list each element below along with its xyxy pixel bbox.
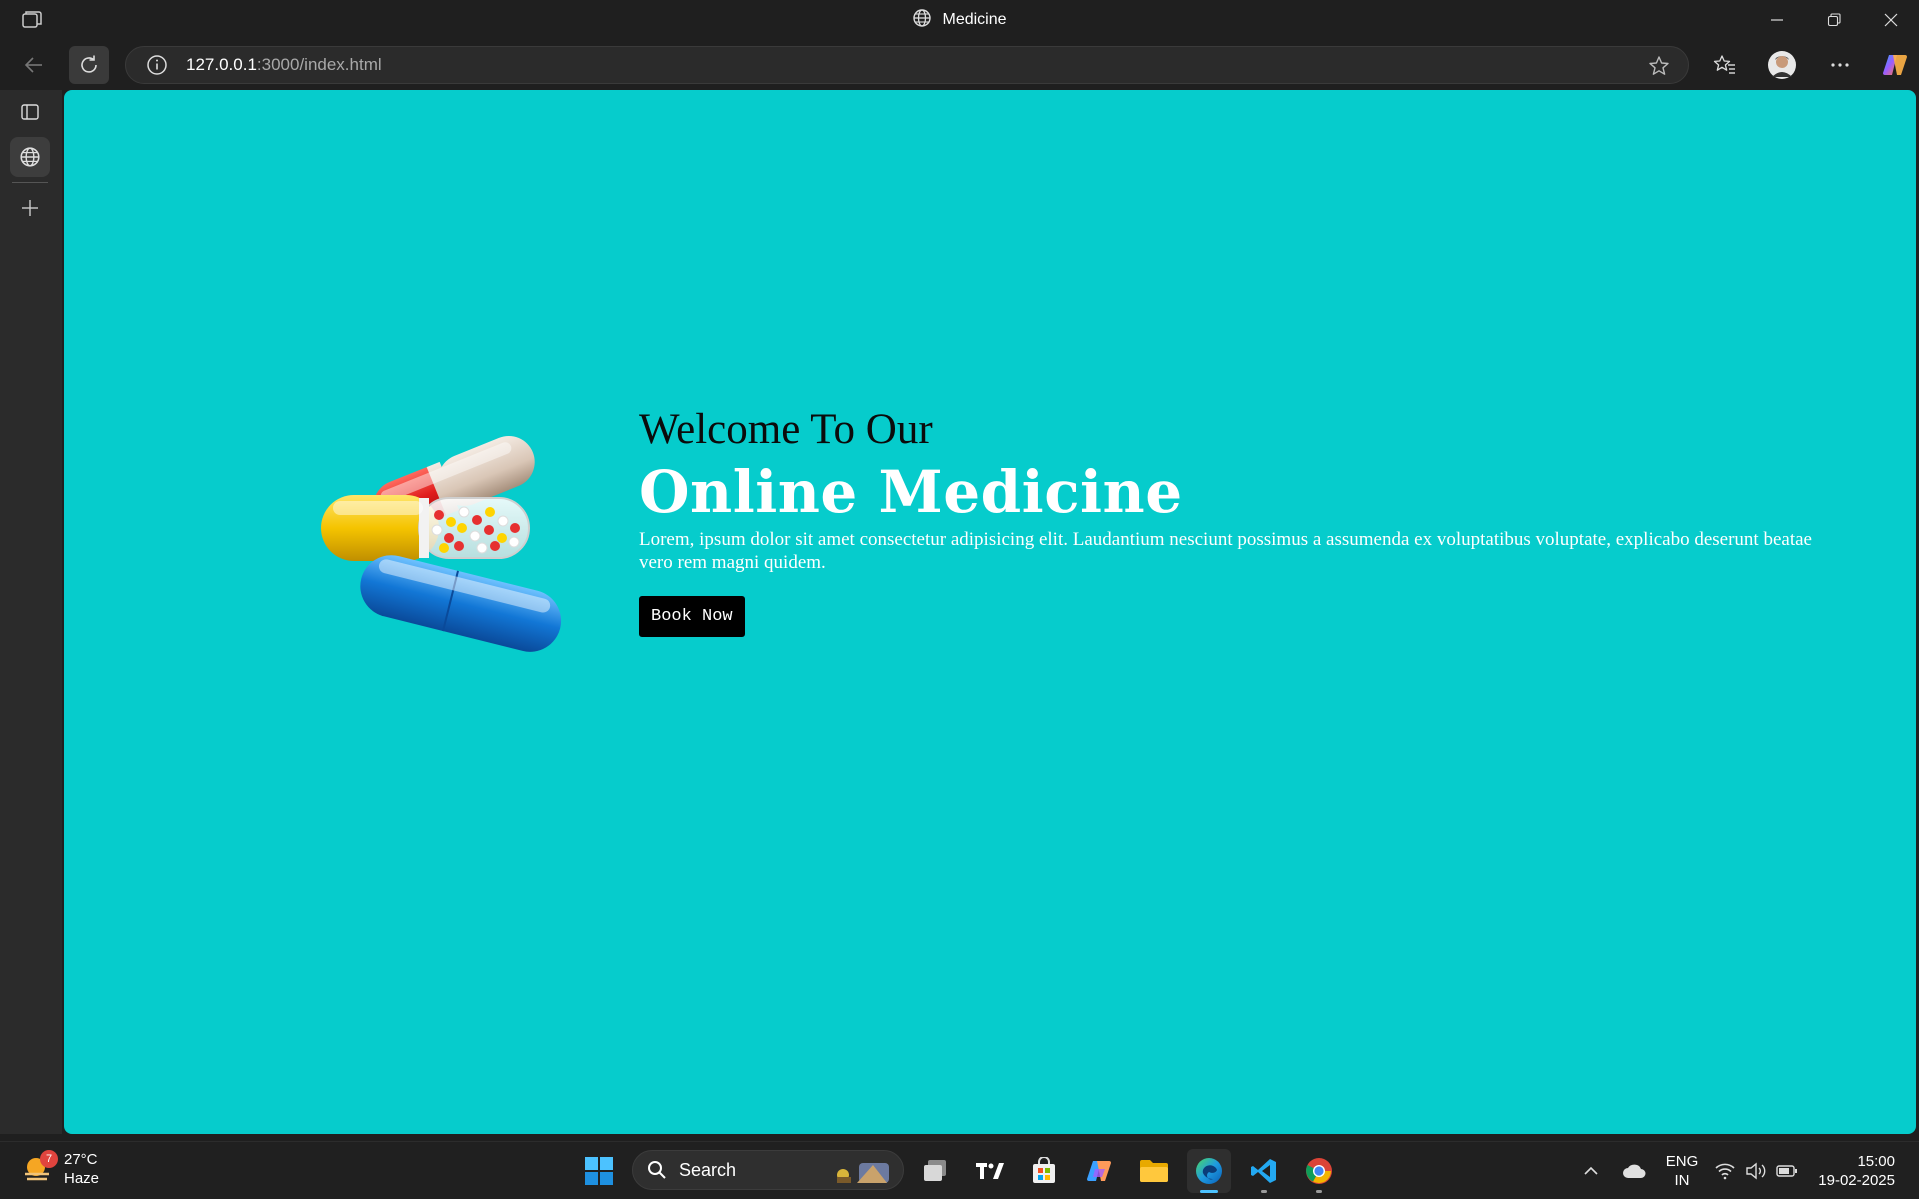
site-info-icon[interactable] (146, 54, 168, 76)
page-title: Online Medicine (639, 458, 1183, 527)
title-bar: Medicine (0, 0, 1919, 40)
windows-logo-icon (585, 1157, 613, 1185)
globe-icon (912, 8, 932, 33)
tab-panel-icon (21, 104, 39, 120)
window-title-text: Medicine (942, 11, 1007, 28)
store-icon (1033, 1157, 1055, 1183)
web-page: Welcome To Our Online Medicine Lorem, ip… (64, 90, 1916, 1134)
file-explorer-app[interactable] (1132, 1149, 1176, 1193)
address-bar[interactable]: 127.0.0.1:3000/index.html (125, 46, 1689, 84)
chevron-up-icon (1584, 1166, 1598, 1175)
speaker-icon (1746, 1162, 1766, 1180)
url-host: 127.0.0.1 (186, 55, 257, 74)
task-view-icon (924, 1160, 946, 1181)
reload-button[interactable] (69, 46, 109, 84)
weather-condition: Haze (64, 1170, 100, 1187)
copilot-icon (1883, 55, 1907, 75)
wifi-icon (1715, 1163, 1735, 1180)
clock-time: 15:00 (1857, 1153, 1895, 1170)
search-icon (648, 1161, 666, 1179)
vscode-app[interactable] (1242, 1149, 1286, 1193)
weather-temperature: 27°C (64, 1151, 98, 1168)
taskbar-search[interactable]: Search (632, 1150, 904, 1190)
clock-date: 19-02-2025 (1818, 1172, 1895, 1189)
chrome-running-indicator (1316, 1190, 1322, 1193)
chrome-icon (1306, 1158, 1332, 1184)
taskbar: 7 27°C Haze Search ENG IN 15:00 19-02-20… (0, 1141, 1919, 1199)
more-button[interactable] (1820, 46, 1860, 84)
cloud-icon (1623, 1164, 1646, 1178)
vscode-icon (1251, 1159, 1276, 1183)
hero-description: Lorem, ipsum dolor sit amet consectetur … (639, 528, 1812, 573)
battery-button[interactable] (1772, 1149, 1802, 1193)
tab-medicine[interactable] (10, 137, 50, 177)
more-dots-icon (1831, 63, 1849, 67)
show-hidden-icons-button[interactable] (1571, 1149, 1611, 1193)
welcome-heading: Welcome To Our (639, 406, 933, 453)
avatar (1768, 51, 1796, 79)
favorite-star-icon[interactable] (1648, 55, 1670, 77)
search-label: Search (679, 1159, 737, 1180)
window-controls (1748, 0, 1919, 40)
restore-button[interactable] (1805, 0, 1862, 40)
tradingview-app[interactable] (968, 1149, 1012, 1193)
favorites-button[interactable] (1705, 46, 1745, 84)
medicine-capsules-image (321, 435, 562, 652)
language-code: ENG (1665, 1153, 1699, 1170)
folder-icon (1140, 1160, 1168, 1182)
start-button[interactable] (577, 1149, 621, 1193)
vertical-tabs-sidebar (0, 90, 62, 1134)
globe-icon (20, 147, 40, 167)
profile-button[interactable] (1762, 46, 1802, 84)
volume-button[interactable] (1742, 1149, 1772, 1193)
url-path: :3000/index.html (256, 55, 382, 74)
language-indicator[interactable]: ENG IN (1662, 1152, 1702, 1190)
new-tab-button[interactable] (10, 188, 50, 228)
browser-toolbar: 127.0.0.1:3000/index.html (0, 40, 1919, 90)
search-highlight-icon (837, 1163, 889, 1183)
restore-icon (1827, 13, 1841, 27)
onedrive-button[interactable] (1614, 1149, 1654, 1193)
hero-section: Welcome To Our Online Medicine Lorem, ip… (639, 406, 1819, 637)
chrome-app[interactable] (1297, 1149, 1341, 1193)
back-arrow-icon (24, 57, 42, 73)
favorites-icon (1713, 55, 1735, 74)
tab-actions-button[interactable] (10, 92, 50, 132)
taskbar-clock[interactable]: 15:00 19-02-2025 (1818, 1152, 1895, 1190)
edge-app[interactable] (1187, 1149, 1231, 1193)
vscode-running-indicator (1261, 1190, 1267, 1193)
window-title: Medicine (0, 0, 1919, 40)
haze-weather-icon: 7 (22, 1150, 58, 1186)
copilot-app[interactable] (1077, 1149, 1121, 1193)
edge-icon (1196, 1158, 1222, 1184)
sidebar-divider (12, 182, 48, 183)
reload-icon (81, 55, 97, 73)
close-button[interactable] (1862, 0, 1919, 40)
edge-active-indicator (1200, 1190, 1218, 1193)
battery-icon (1776, 1165, 1797, 1177)
tradingview-icon (976, 1163, 1004, 1179)
copilot-icon (1087, 1161, 1111, 1181)
screen: Medicine 127.0.0.1:3000/index.html Welc… (0, 0, 1919, 1199)
book-now-button[interactable]: Book Now (639, 595, 745, 637)
back-button[interactable] (14, 46, 54, 84)
language-region: IN (1674, 1172, 1690, 1189)
minimize-button[interactable] (1748, 0, 1805, 40)
wifi-button[interactable] (1710, 1149, 1740, 1193)
weather-widget[interactable]: 7 27°C Haze (22, 1150, 99, 1188)
plus-icon (22, 200, 38, 216)
copilot-button[interactable] (1875, 46, 1915, 84)
weather-badge: 7 (40, 1150, 58, 1168)
close-icon (1884, 13, 1897, 27)
task-view-button[interactable] (913, 1149, 957, 1193)
microsoft-store-app[interactable] (1022, 1149, 1066, 1193)
minimize-icon (1770, 19, 1783, 21)
